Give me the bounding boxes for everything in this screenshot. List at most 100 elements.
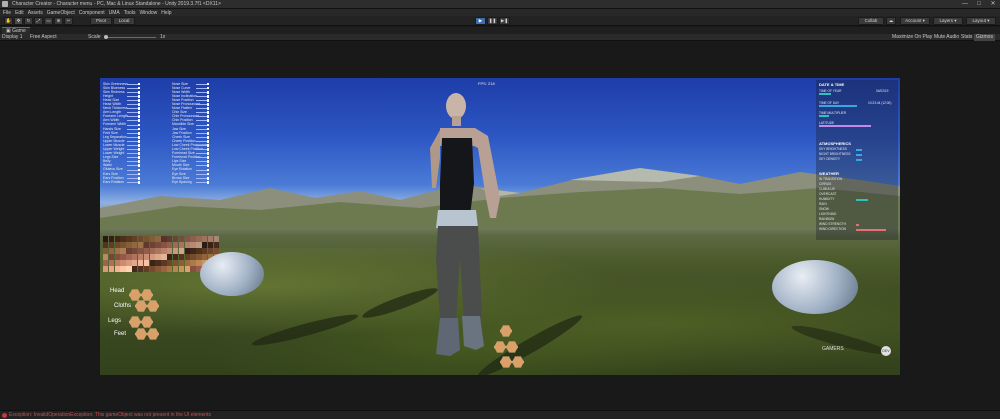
status-message[interactable]: Exception: InvalidOperationException: Th…: [9, 411, 211, 419]
palette-swatch[interactable]: [137, 260, 144, 266]
palette-swatch[interactable]: [190, 236, 196, 242]
play-button[interactable]: ▶: [475, 17, 486, 25]
body-slider-handle[interactable]: [138, 144, 140, 147]
palette-swatch[interactable]: [126, 242, 132, 248]
scale-slider-track[interactable]: [104, 37, 156, 38]
palette-swatch[interactable]: [184, 248, 190, 254]
palette-swatch[interactable]: [184, 242, 190, 248]
palette-swatch[interactable]: [161, 260, 167, 266]
palette-swatch[interactable]: [126, 254, 132, 260]
palette-swatch[interactable]: [132, 260, 138, 266]
palette-swatch[interactable]: [161, 248, 167, 254]
palette-swatch[interactable]: [155, 260, 161, 266]
palette-swatch[interactable]: [207, 236, 214, 242]
face-slider-handle[interactable]: [207, 90, 209, 94]
face-slider-handle[interactable]: [207, 164, 209, 168]
palette-swatch[interactable]: [161, 242, 167, 248]
body-slider-handle[interactable]: [138, 172, 140, 176]
palette-swatch[interactable]: [126, 248, 132, 254]
palette-swatch[interactable]: [103, 242, 109, 248]
palette-swatch[interactable]: [114, 260, 120, 266]
palette-swatch[interactable]: [190, 254, 196, 260]
palette-swatch[interactable]: [132, 242, 138, 248]
palette-swatch[interactable]: [155, 236, 161, 242]
transform-tool-icon[interactable]: ⊕: [54, 17, 63, 25]
palette-swatch[interactable]: [149, 260, 155, 266]
sky-density-slider[interactable]: [856, 159, 862, 161]
maximize-on-play-toggle[interactable]: Maximize On Play: [890, 34, 934, 41]
gizmos-dropdown[interactable]: Gizmos: [974, 34, 995, 41]
body-slider-handle[interactable]: [138, 90, 140, 94]
palette-swatch[interactable]: [108, 254, 115, 260]
face-slider-handle[interactable]: [207, 82, 209, 86]
palette-swatch[interactable]: [132, 266, 138, 272]
body-slider-handle[interactable]: [138, 111, 140, 115]
palette-swatch[interactable]: [137, 266, 144, 272]
menu-help[interactable]: Help: [161, 10, 171, 16]
palette-swatch[interactable]: [155, 254, 161, 260]
palette-swatch[interactable]: [178, 260, 185, 266]
body-slider-handle[interactable]: [138, 94, 140, 98]
local-toggle[interactable]: Local: [113, 17, 135, 25]
palette-swatch[interactable]: [178, 266, 185, 272]
palette-swatch[interactable]: [184, 266, 190, 272]
palette-swatch[interactable]: [126, 260, 132, 266]
palette-swatch[interactable]: [114, 236, 120, 242]
palette-swatch[interactable]: [103, 248, 109, 254]
palette-swatch[interactable]: [143, 260, 150, 266]
menu-file[interactable]: File: [3, 10, 11, 16]
scale-slider-handle[interactable]: [104, 35, 108, 39]
palette-swatch[interactable]: [190, 242, 196, 248]
palette-swatch[interactable]: [196, 248, 202, 254]
palette-swatch[interactable]: [172, 236, 179, 242]
night-brightness-slider[interactable]: [856, 154, 862, 156]
body-slider-handle[interactable]: [138, 160, 140, 164]
palette-swatch[interactable]: [167, 266, 173, 272]
palette-swatch[interactable]: [108, 242, 115, 248]
menu-tools[interactable]: Tools: [124, 10, 136, 16]
palette-swatch[interactable]: [207, 242, 214, 248]
body-slider-handle[interactable]: [138, 164, 140, 168]
face-slider-handle[interactable]: [207, 172, 209, 176]
palette-swatch[interactable]: [155, 266, 161, 272]
body-slider-handle[interactable]: [138, 139, 140, 143]
palette-swatch[interactable]: [120, 266, 126, 272]
pause-button[interactable]: ❚❚: [487, 17, 498, 25]
palette-swatch[interactable]: [167, 248, 173, 254]
move-tool-icon[interactable]: ✥: [14, 17, 23, 25]
face-slider-handle[interactable]: [207, 131, 209, 135]
rotate-tool-icon[interactable]: ↻: [24, 17, 33, 25]
body-slider-handle[interactable]: [138, 115, 140, 119]
time-of-day-slider[interactable]: [819, 105, 857, 107]
face-slider-handle[interactable]: [207, 98, 209, 102]
palette-swatch[interactable]: [137, 236, 144, 242]
palette-swatch[interactable]: [137, 242, 144, 248]
face-slider-handle[interactable]: [207, 180, 209, 184]
face-slider-handle[interactable]: [207, 156, 209, 160]
pivot-toggle[interactable]: Pivot: [90, 17, 112, 25]
palette-swatch[interactable]: [161, 236, 167, 242]
sky-brightness-slider[interactable]: [856, 149, 862, 151]
layout-dropdown[interactable]: Layout ▾: [966, 17, 996, 25]
body-slider-handle[interactable]: [138, 156, 140, 160]
palette-swatch[interactable]: [190, 260, 196, 266]
body-slider-handle[interactable]: [138, 152, 140, 155]
face-slider-handle[interactable]: [207, 107, 209, 110]
face-slider-handle[interactable]: [207, 123, 209, 127]
palette-swatch[interactable]: [132, 248, 138, 254]
body-slider-handle[interactable]: [138, 86, 140, 90]
face-slider-handle[interactable]: [207, 152, 209, 155]
body-slider-handle[interactable]: [138, 176, 140, 180]
palette-swatch[interactable]: [132, 254, 138, 260]
character-model[interactable]: [400, 88, 550, 373]
face-slider-handle[interactable]: [207, 111, 209, 115]
body-slider-handle[interactable]: [138, 131, 140, 135]
palette-swatch[interactable]: [196, 254, 202, 260]
palette-swatch[interactable]: [172, 254, 179, 260]
palette-swatch[interactable]: [155, 242, 161, 248]
palette-swatch[interactable]: [178, 248, 185, 254]
face-slider-handle[interactable]: [207, 176, 209, 180]
palette-swatch[interactable]: [149, 254, 155, 260]
palette-swatch[interactable]: [120, 236, 126, 242]
palette-swatch[interactable]: [167, 242, 173, 248]
